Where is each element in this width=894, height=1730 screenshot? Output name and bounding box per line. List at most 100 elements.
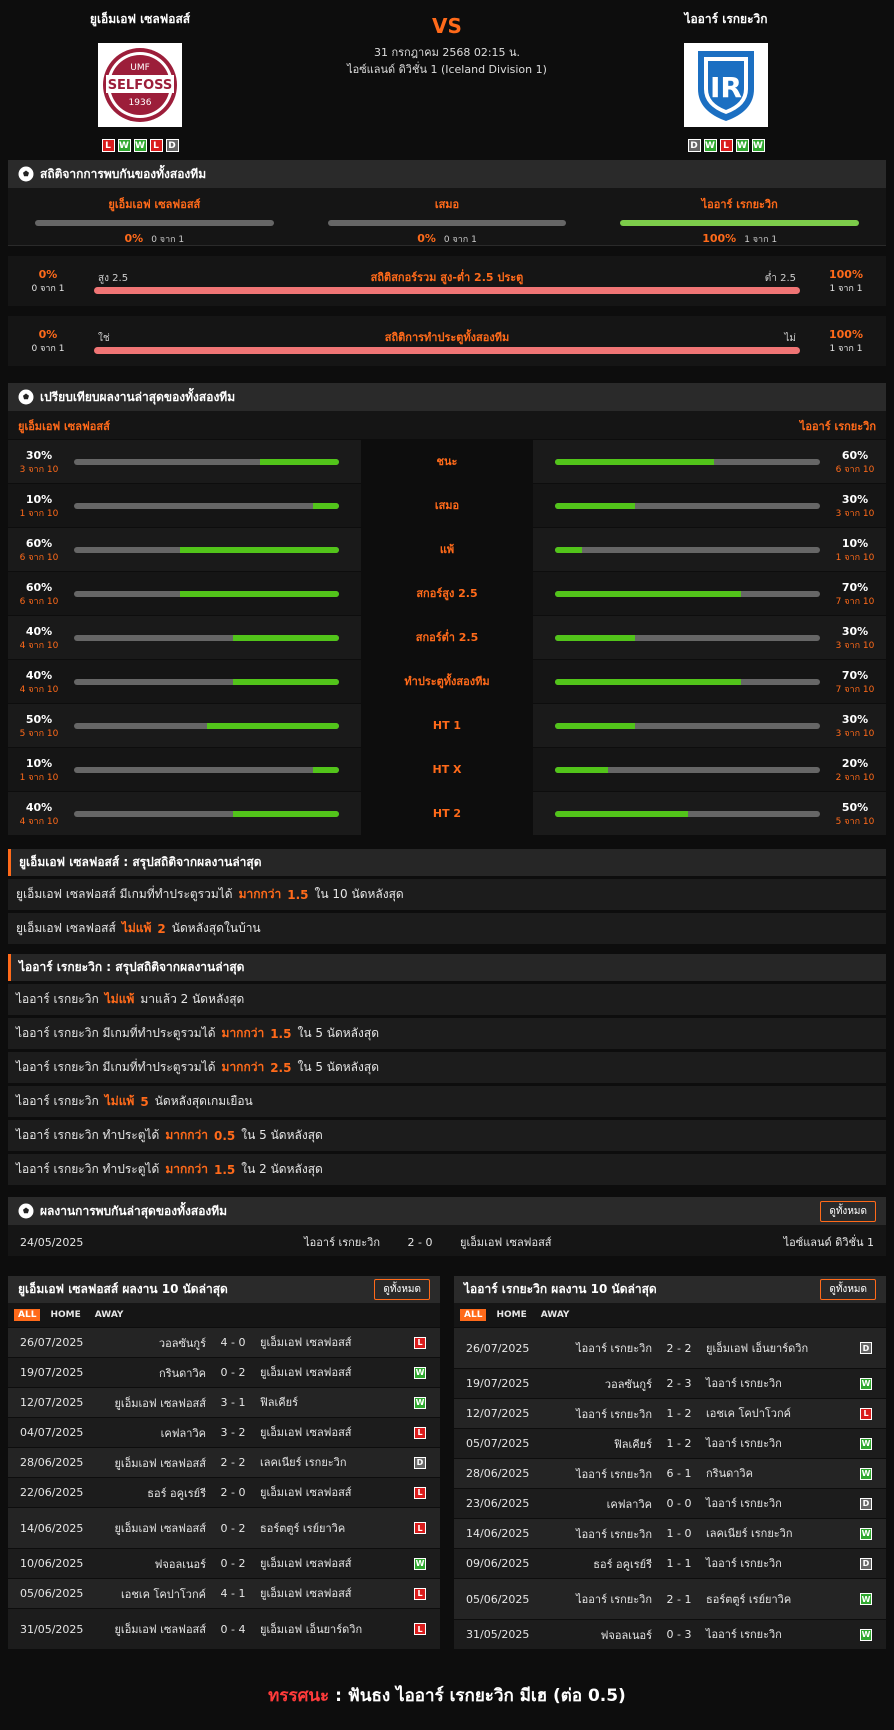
pct: 60% <box>841 449 869 462</box>
match-row[interactable]: 22/06/2025 ธอร์ อคูเรย์รี 2 - 0 ยูเอ็มเอฟ เ… <box>8 1477 440 1507</box>
away-bar-wrap <box>533 528 824 571</box>
match-score: 1 - 2 <box>666 1437 692 1450</box>
home-bar <box>74 590 339 597</box>
home-team[interactable]: ยูเอ็มเอฟ เซลฟอสส์ SELFOSS UMF 1936 LWWLD <box>30 10 250 152</box>
tab-all[interactable]: ALL <box>460 1309 487 1321</box>
away-form: DWLWW <box>616 139 836 152</box>
count: 4 จาก 10 <box>19 685 59 695</box>
summary-row: ยูเอ็มเอฟ เซลฟอสส์ มีเกมที่ทำประตูรวมได้… <box>8 879 886 910</box>
pct: 0% <box>38 327 58 341</box>
match-row[interactable]: 14/06/2025 ไออาร์ เรกยะวิก 1 - 0 เลคเนียร์ … <box>454 1518 886 1548</box>
summary-suffix: ใน 5 นัดหลังสุด <box>297 1060 380 1074</box>
match-row[interactable]: 05/06/2025 ไออาร์ เรกยะวิก 2 - 1 ธอร์ตตูร์ … <box>454 1578 886 1619</box>
summary-text: ไออาร์ เรกยะวิก ทำประตูได้ <box>16 1128 160 1142</box>
match-row[interactable]: 31/05/2025 ฟจอลเนอร์ 0 - 3 ไออาร์ เรกยะวิก W <box>454 1619 886 1649</box>
compare-title: เปรียบเทียบผลงานล่าสุดของทั้งสองทีม <box>40 389 236 404</box>
match-date: 26/07/2025 <box>466 1341 530 1355</box>
match-score: 2 - 0 <box>407 1235 433 1249</box>
match-home: ยูเอ็มเอฟ เซลฟอสส์ <box>114 1456 206 1470</box>
away-pct: 20% 2 จาก 10 <box>824 748 886 791</box>
home-bar-wrap <box>70 704 361 747</box>
summary-highlight: มากกว่า <box>221 1026 265 1040</box>
match-date: 12/07/2025 <box>466 1407 530 1420</box>
away-team[interactable]: ไออาร์ เรกยะวิก IR DWLWW <box>616 10 836 152</box>
h2h-title: สถิติจากการพบกันของทั้งสองทีม <box>40 166 207 181</box>
match-away: ไออาร์ เรกยะวิก <box>706 1437 782 1450</box>
away-bar-fill <box>555 634 635 641</box>
match-row[interactable]: 12/07/2025 ยูเอ็มเอฟ เซลฟอสส์ 3 - 1 ฟิลเคีย… <box>8 1387 440 1417</box>
match-date: 28/06/2025 <box>466 1467 530 1480</box>
match-row[interactable]: 19/07/2025 วอลซันกูร์ 2 - 3 ไออาร์ เรกยะวิก… <box>454 1368 886 1398</box>
match-score: 0 - 2 <box>220 1521 246 1535</box>
away-pct: 50% 5 จาก 10 <box>824 792 886 835</box>
home-view-all-button[interactable]: ดูทั้งหมด <box>374 1279 430 1300</box>
home-summary-rows: ยูเอ็มเอฟ เซลฟอสส์ มีเกมที่ทำประตูรวมได้… <box>8 879 886 944</box>
match-row[interactable]: 31/05/2025 ยูเอ็มเอฟ เซลฟอสส์ 0 - 4 ยูเอ็มเ… <box>8 1608 440 1649</box>
away-pct: 70% 7 จาก 10 <box>824 660 886 703</box>
match-score: 1 - 1 <box>666 1557 692 1570</box>
h2h-home-bar <box>35 220 274 226</box>
result-badge: D <box>414 1456 426 1469</box>
match-row[interactable]: 12/07/2025 ไออาร์ เรกยะวิก 1 - 2 เอชเค โคปา… <box>454 1398 886 1428</box>
away-team-logo: IR <box>684 43 768 127</box>
match-row[interactable]: 26/07/2025 วอลซันกูร์ 4 - 0 ยูเอ็มเอฟ เซลฟอ… <box>8 1327 440 1357</box>
tab-home[interactable]: HOME <box>46 1309 84 1321</box>
h2h-header: สถิติจากการพบกันของทั้งสองทีม <box>8 160 886 188</box>
match-row[interactable]: 09/06/2025 ธอร์ อคูเรย์รี 1 - 1 ไออาร์ เรกย… <box>454 1548 886 1578</box>
summary-value: 5 <box>140 1094 149 1109</box>
away-view-all-button[interactable]: ดูทั้งหมด <box>820 1279 876 1300</box>
count: 3 จาก 10 <box>835 729 875 739</box>
match-row[interactable]: 05/07/2025 ฟิลเคียร์ 1 - 2 ไออาร์ เรกยะวิก W <box>454 1428 886 1458</box>
summary-row: ยูเอ็มเอฟ เซลฟอสส์ ไม่แพ้ 2 นัดหลังสุดในบ้า… <box>8 913 886 944</box>
tab-home[interactable]: HOME <box>492 1309 530 1321</box>
home-bar <box>74 502 339 509</box>
match-row[interactable]: 28/06/2025 ไออาร์ เรกยะวิก 6 - 1 กรินดาวิค W <box>454 1458 886 1488</box>
tab-all[interactable]: ALL <box>14 1309 41 1321</box>
h2h-draw-bar <box>327 220 567 226</box>
match-row[interactable]: 23/06/2025 เคฟลาวิค 0 - 0 ไออาร์ เรกยะวิก D <box>454 1488 886 1518</box>
summary-suffix: ใน 5 นัดหลังสุด <box>241 1128 323 1142</box>
tab-away[interactable]: AWAY <box>91 1309 128 1321</box>
match-row[interactable]: 19/07/2025 กรินดาวิค 0 - 2 ยูเอ็มเอฟ เซลฟอส… <box>8 1357 440 1387</box>
match-row[interactable]: 26/07/2025 ไออาร์ เรกยะวิก 2 - 2 ยูเอ็มเอฟ … <box>454 1327 886 1368</box>
away-pct: 30% 3 จาก 10 <box>824 704 886 747</box>
count: 6 จาก 10 <box>19 597 59 607</box>
match-home: ฟจอลเนอร์ <box>154 1557 206 1571</box>
last-h2h-row[interactable]: 24/05/2025 ไออาร์ เรกยะวิก 2 - 0 ยูเอ็มเ… <box>8 1228 886 1256</box>
match-row[interactable]: 10/06/2025 ฟจอลเนอร์ 0 - 2 ยูเอ็มเอฟ เซลฟอส… <box>8 1548 440 1578</box>
home-bar-wrap <box>70 484 361 527</box>
summary-value: 1.5 <box>270 1026 292 1041</box>
match-home: ไออาร์ เรกยะวิก <box>576 1467 652 1481</box>
match-result: W <box>852 1593 880 1605</box>
home-last10-title: ยูเอ็มเอฟ เซลฟอสส์ ผลงาน 10 นัดล่าสุด <box>18 1282 228 1296</box>
match-result: L <box>406 1336 434 1349</box>
h2h-home-name: ยูเอ็มเอฟ เซลฟอสส์ <box>108 198 201 211</box>
compare-row: 40% 4 จาก 10 HT 2 50% 5 จาก 10 <box>8 791 886 835</box>
match-row[interactable]: 28/06/2025 ยูเอ็มเอฟ เซลฟอสส์ 2 - 2 เลคเนีย… <box>8 1447 440 1477</box>
match-date: 24/05/2025 <box>20 1235 84 1249</box>
match-row[interactable]: 04/07/2025 เคฟลาวิค 3 - 2 ยูเอ็มเอฟ เซลฟอสส… <box>8 1417 440 1447</box>
tab-away[interactable]: AWAY <box>537 1309 574 1321</box>
away-bar-wrap <box>533 660 824 703</box>
summary-row: ไออาร์ เรกยะวิก มีเกมที่ทำประตูรวมได้ มาก… <box>8 1018 886 1049</box>
home-pct: 10% 1 จาก 10 <box>8 748 70 791</box>
view-all-button[interactable]: ดูทั้งหมด <box>820 1200 876 1222</box>
match-away: เอชเค โคปาโวกค์ <box>706 1407 791 1420</box>
home-team-logo: SELFOSS UMF 1936 <box>98 43 182 127</box>
home-bar <box>74 678 339 685</box>
compare-section: เปรียบเทียบผลงานล่าสุดของทั้งสองทีม ยูเอ… <box>8 383 886 835</box>
home-team-name: ยูเอ็มเอฟ เซลฟอสส์ <box>89 12 191 26</box>
match-row[interactable]: 05/06/2025 เอชเค โคปาโวกค์ 4 - 1 ยูเอ็มเอฟ … <box>8 1578 440 1608</box>
summary-row: ไออาร์ เรกยะวิก ไม่แพ้ 5 นัดหลังสุดเกมเยือน <box>8 1086 886 1117</box>
summary-suffix: ใน 10 นัดหลังสุด <box>314 887 404 901</box>
count: 1 จาก 1 <box>744 235 778 245</box>
home-pct: 30% 3 จาก 10 <box>8 440 70 483</box>
match-score: 2 - 0 <box>220 1486 246 1499</box>
last-h2h-title: ผลงานการพบกันล่าสุดของทั้งสองทีม <box>40 1203 228 1218</box>
match-away: ไออาร์ เรกยะวิก <box>706 1557 782 1570</box>
result-badge: D <box>860 1557 872 1570</box>
match-row[interactable]: 14/06/2025 ยูเอ็มเอฟ เซลฟอสส์ 0 - 2 ธอร์ตตู… <box>8 1507 440 1548</box>
count: 3 จาก 10 <box>835 641 875 651</box>
away-last10-title: ไออาร์ เรกยะวิก ผลงาน 10 นัดล่าสุด <box>464 1282 657 1296</box>
match-away: ไออาร์ เรกยะวิก <box>706 1377 782 1390</box>
